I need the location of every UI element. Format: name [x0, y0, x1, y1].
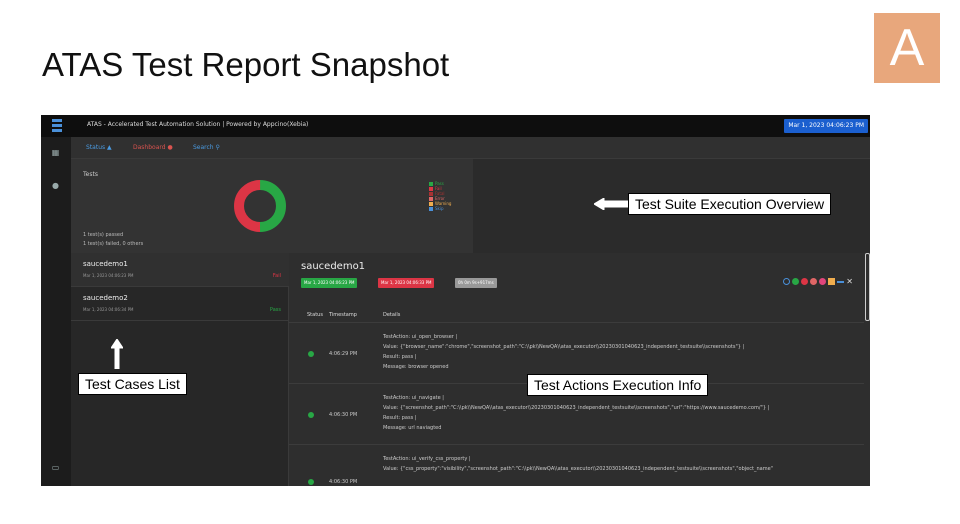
- col-timestamp: Timestamp: [329, 312, 357, 318]
- left-rail: ▦ ● ▭: [41, 137, 71, 486]
- step-result: Result: pass |: [383, 354, 417, 360]
- test-case-item[interactable]: saucedemo1 Mar 1, 2023 04:06:23 PM Fail: [71, 253, 289, 287]
- detail-title: saucedemo1: [301, 261, 366, 272]
- brand-badge: A: [874, 13, 940, 83]
- legend-swatch: [429, 191, 433, 196]
- test-case-name: saucedemo1: [83, 260, 128, 268]
- error-filter-icon[interactable]: [810, 278, 818, 285]
- app-title: ATAS - Accelerated Test Automation Solut…: [87, 121, 309, 128]
- legend-item: Skip: [429, 206, 451, 211]
- donut-legend: Pass Fail Fatal Error Warning Skip: [429, 181, 451, 211]
- report-app-screenshot: ATAS - Accelerated Test Automation Solut…: [41, 115, 870, 486]
- step-message: Message: browser opened: [383, 364, 449, 370]
- fail-filter-icon[interactable]: [801, 278, 809, 285]
- failed-summary: 1 test(s) failed, 0 others: [83, 241, 144, 247]
- overview-panel: Tests Pass Fail Fatal Error Warning Skip 1 te…: [71, 159, 473, 253]
- warning-filter-icon[interactable]: [828, 278, 836, 285]
- pass-status-icon: [308, 479, 314, 485]
- step-time: 4:06:30 PM: [329, 479, 358, 485]
- step-time: 4:06:29 PM: [329, 351, 358, 357]
- steps-table-header: Status Timestamp Details: [289, 307, 864, 323]
- test-case-list: saucedemo1 Mar 1, 2023 04:06:23 PM Fail …: [71, 253, 289, 486]
- step-details: TestAction: ui_navigate | Value: {"scree…: [383, 393, 769, 433]
- legend-swatch: [429, 201, 433, 206]
- legend-swatch: [429, 186, 433, 191]
- status-donut-chart: [234, 180, 286, 232]
- step-action: TestAction: ui_verify_css_property |: [383, 456, 471, 462]
- pass-filter-icon[interactable]: [792, 278, 800, 285]
- step-value: Value: {"screenshot_path":"C:\\pk\\NewQA…: [383, 405, 770, 411]
- tab-search[interactable]: Search ⚲: [193, 144, 220, 151]
- table-row[interactable]: 4:06:30 PM TestAction: ui_verify_css_pro…: [289, 446, 864, 486]
- tab-dashboard-label: Dashboard: [133, 144, 166, 151]
- tab-search-label: Search: [193, 144, 214, 151]
- top-bar: ATAS - Accelerated Test Automation Solut…: [41, 115, 870, 137]
- legend-swatch: [429, 181, 433, 186]
- cases-callout: Test Cases List: [78, 373, 187, 395]
- report-date-badge: Mar 1, 2023 04:06:23 PM: [784, 119, 868, 133]
- passed-summary: 1 test(s) passed: [83, 232, 124, 238]
- test-case-time: Mar 1, 2023 04:06:23 PM: [83, 273, 134, 278]
- slide-title: ATAS Test Report Snapshot: [42, 46, 450, 83]
- tab-dashboard[interactable]: Dashboard ●: [133, 144, 173, 151]
- actions-callout: Test Actions Execution Info: [527, 374, 709, 396]
- vertical-scrollbar[interactable]: [865, 253, 870, 321]
- step-result: Result: pass |: [383, 415, 417, 421]
- step-time: 4:06:30 PM: [329, 412, 358, 418]
- tab-status[interactable]: Status ▲: [86, 144, 112, 151]
- left-arrow-icon: [594, 198, 628, 210]
- warning-icon: ▲: [107, 144, 112, 151]
- start-time-badge: Mar 1, 2023 04:06:23 PM: [301, 278, 358, 288]
- pass-status-icon: [308, 412, 314, 418]
- overview-callout: Test Suite Execution Overview: [628, 193, 832, 215]
- step-value: Value: {"css_property":"visibility","scr…: [383, 466, 773, 472]
- legend-label: Skip: [435, 206, 444, 211]
- test-case-name: saucedemo2: [83, 294, 128, 302]
- monitor-icon[interactable]: ▭: [51, 463, 60, 472]
- tab-bar: Status ▲ Dashboard ● Search ⚲: [71, 137, 870, 159]
- status-filters: ✕: [783, 278, 853, 286]
- col-details: Details: [383, 312, 401, 318]
- search-icon: ⚲: [215, 144, 220, 151]
- overview-summary: 1 test(s) passed 1 test(s) failed, 0 oth…: [83, 231, 143, 249]
- step-action: TestAction: ui_open_browser |: [383, 334, 458, 340]
- tab-status-label: Status: [86, 144, 106, 151]
- skip-filter-icon[interactable]: [837, 281, 845, 283]
- step-details: TestAction: ui_open_browser | Value: {"b…: [383, 332, 744, 372]
- end-time-badge: Mar 1, 2023 04:06:33 PM: [378, 278, 435, 288]
- dashboard-icon[interactable]: ●: [51, 181, 60, 190]
- test-case-item[interactable]: saucedemo2 Mar 1, 2023 04:06:34 PM Pass: [71, 287, 289, 321]
- test-case-result: Fail: [272, 273, 281, 279]
- up-arrow-icon: [111, 339, 123, 369]
- col-status: Status: [307, 312, 323, 318]
- legend-swatch: [429, 196, 433, 201]
- duration-badge: 0h 0m 9s+917ms: [455, 278, 497, 288]
- step-message: Message: url naviagted: [383, 425, 442, 431]
- step-details: TestAction: ui_verify_css_property | Val…: [383, 454, 773, 474]
- test-case-result: Pass: [269, 307, 281, 313]
- legend-swatch: [429, 206, 433, 211]
- menu-logo-icon[interactable]: [52, 119, 62, 132]
- step-value: Value: {"browser_name":"chrome","screens…: [383, 344, 745, 350]
- overview-label: Tests: [83, 171, 98, 178]
- dashboard-tab-icon: ●: [167, 144, 173, 151]
- test-detail-panel: saucedemo1 Mar 1, 2023 04:06:23 PM Mar 1…: [289, 253, 870, 486]
- pass-status-icon: [308, 351, 314, 357]
- info-filter-icon[interactable]: [783, 278, 791, 285]
- fatal-filter-icon[interactable]: [819, 278, 827, 285]
- test-case-time: Mar 1, 2023 04:06:34 PM: [83, 307, 134, 312]
- clear-filter-icon[interactable]: ✕: [846, 278, 853, 286]
- grid-icon[interactable]: ▦: [51, 148, 60, 157]
